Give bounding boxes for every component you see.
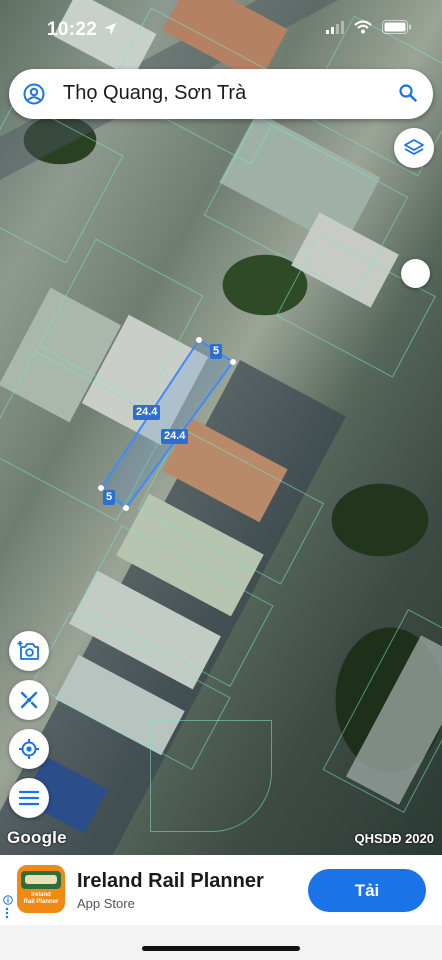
app-icon: Ireland Rail Planner [17, 865, 65, 913]
search-bar[interactable]: Thọ Quang, Sơn Trà [9, 69, 433, 119]
hamburger-icon [19, 790, 39, 806]
edge-length-label: 24.4 [133, 405, 161, 420]
ad-app-name: Ireland Rail Planner [77, 870, 264, 892]
cellular-signal-icon [326, 20, 344, 34]
app-icon-text: Rail Planner [23, 899, 59, 905]
search-icon[interactable] [399, 84, 417, 102]
ad-options-icon[interactable] [4, 907, 10, 919]
wifi-icon [354, 20, 372, 34]
satellite-map[interactable]: 5 24.4 24.4 5 Google QHSDĐ 2020 [0, 0, 442, 855]
search-input[interactable]: Thọ Quang, Sơn Trà [63, 82, 246, 105]
slider-handle[interactable] [401, 259, 430, 288]
google-attribution: Google [7, 828, 67, 847]
ad-banner[interactable]: Ireland Rail Planner Ireland Rail Planne… [0, 855, 442, 925]
status-bar: 10:22 [0, 0, 442, 56]
ad-install-button[interactable]: Tải [308, 869, 426, 912]
location-arrow-icon [104, 23, 116, 35]
measured-parcel[interactable] [0, 0, 442, 855]
ruler-pencil-icon [20, 691, 38, 709]
map-layer-label: QHSDĐ 2020 [354, 831, 434, 846]
menu-button[interactable] [9, 778, 49, 818]
layers-button[interactable] [394, 128, 434, 168]
account-icon[interactable] [23, 83, 45, 105]
crosshair-icon [19, 739, 39, 759]
edge-length-label: 24.4 [161, 429, 189, 444]
ad-store-label: App Store [77, 896, 135, 911]
battery-icon [382, 20, 411, 34]
camera-add-icon [17, 641, 39, 660]
measure-tool-button[interactable] [9, 680, 49, 720]
home-indicator[interactable] [142, 946, 300, 951]
layers-icon [404, 139, 424, 155]
ad-info-icon[interactable] [3, 895, 13, 905]
home-bar-area [0, 925, 442, 960]
edge-length-label: 5 [210, 344, 223, 359]
my-location-button[interactable] [9, 729, 49, 769]
status-time: 10:22 [47, 19, 98, 40]
app-icon-text: Ireland [31, 892, 51, 898]
edge-length-label: 5 [103, 490, 116, 505]
screenshot-button[interactable] [9, 631, 49, 671]
